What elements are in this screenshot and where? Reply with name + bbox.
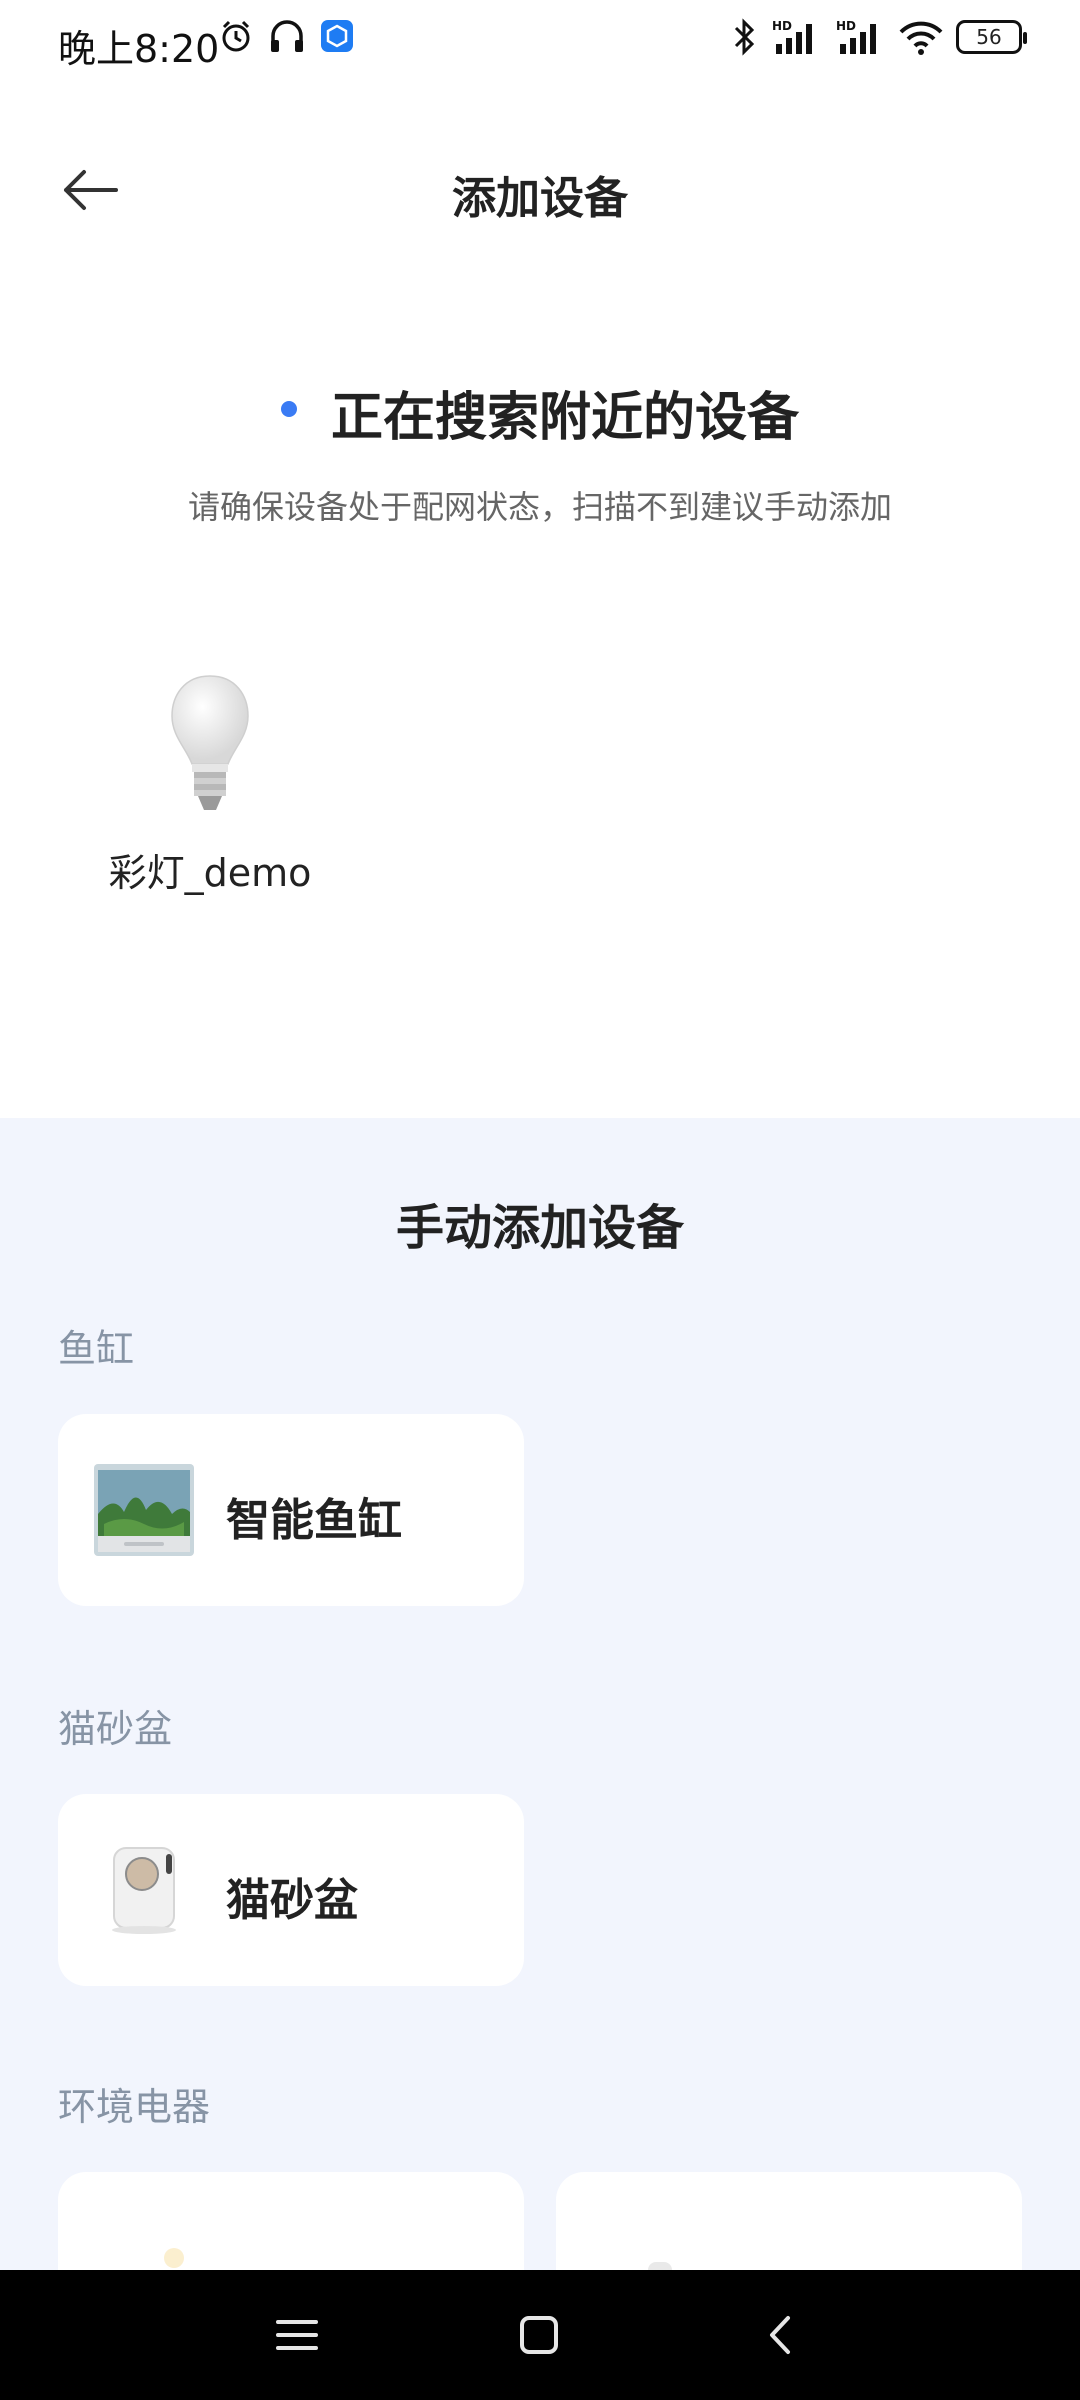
manual-add-section: 手动添加设备 鱼缸 智能鱼缸 猫砂盆 猫砂盆 环境电器 xyxy=(0,1118,1080,2364)
status-bar: 晚上8:20 HD HD 56 xyxy=(0,0,1080,84)
menu-icon[interactable] xyxy=(272,2310,322,2360)
found-device-label: 彩灯_demo xyxy=(108,851,312,895)
bluetooth-icon xyxy=(734,18,755,56)
category-label: 鱼缸 xyxy=(58,1327,135,1371)
home-icon[interactable] xyxy=(514,2310,564,2360)
search-title: 正在搜索附近的设备 xyxy=(330,388,799,448)
status-time: 晚上8:20 xyxy=(58,27,220,71)
category-label: 猫砂盆 xyxy=(58,1707,173,1751)
found-device-item[interactable]: 彩灯_demo xyxy=(100,670,320,897)
device-card-label: 智能鱼缸 xyxy=(226,1495,402,1546)
litter-box-icon xyxy=(112,1847,176,1934)
wifi-icon xyxy=(899,21,943,55)
status-left-icons xyxy=(218,18,354,54)
battery-icon: 56 xyxy=(956,20,1027,54)
page-title: 添加设备 xyxy=(452,173,628,224)
device-card-label: 猫砂盆 xyxy=(226,1875,358,1926)
status-right-icons: HD HD 56 xyxy=(732,18,1027,56)
app-notification-icon xyxy=(321,20,353,52)
light-bulb-icon xyxy=(171,675,249,810)
header: 添加设备 xyxy=(0,120,1080,260)
fish-tank-icon xyxy=(94,1464,194,1556)
device-card-fish-tank[interactable]: 智能鱼缸 xyxy=(58,1414,524,1606)
svg-text:HD: HD xyxy=(836,19,856,33)
searching-indicator xyxy=(280,400,297,417)
search-hint: 请确保设备处于配网状态，扫描不到建议手动添加 xyxy=(187,488,892,526)
manual-add-title: 手动添加设备 xyxy=(395,1200,684,1256)
category-label: 环境电器 xyxy=(58,2085,211,2129)
navigation-bar xyxy=(0,2270,1080,2400)
device-card-litter-box[interactable]: 猫砂盆 xyxy=(58,1794,524,1986)
alarm-icon xyxy=(222,20,250,52)
svg-text:HD: HD xyxy=(772,19,792,33)
search-status: 正在搜索附近的设备 xyxy=(0,375,1080,450)
headphones-icon xyxy=(271,20,303,52)
signal-hd-icon: HD xyxy=(772,19,812,54)
back-icon[interactable] xyxy=(756,2310,806,2360)
signal-hd-icon: HD xyxy=(836,19,876,54)
